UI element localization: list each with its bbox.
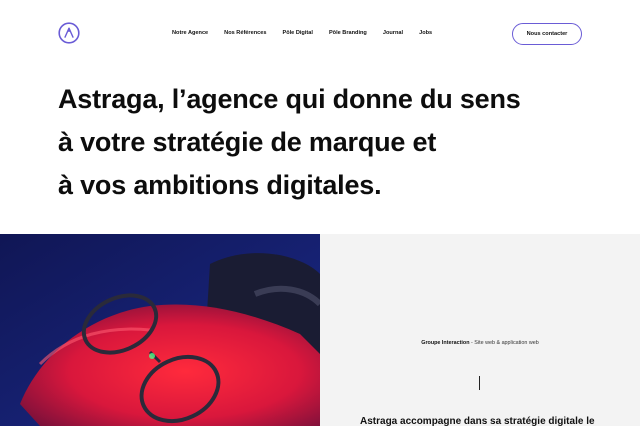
project-client: Groupe Interaction — [421, 340, 470, 346]
nav-item-jobs[interactable]: Jobs — [419, 30, 432, 36]
hero-title-line-3: à vos ambitions digitales. — [58, 170, 382, 200]
hero-title-line-2: à votre stratégie de marque et — [58, 127, 437, 157]
project-info-panel: Groupe Interaction - Site web & applicat… — [320, 234, 640, 426]
nav-item-pole-branding[interactable]: Pôle Branding — [329, 30, 367, 36]
main-nav: Notre Agence Nos Références Pôle Digital… — [172, 30, 432, 36]
nav-item-nos-references[interactable]: Nos Références — [224, 30, 266, 36]
nav-item-notre-agence[interactable]: Notre Agence — [172, 30, 208, 36]
astraga-logo-icon[interactable] — [58, 22, 80, 44]
portrait-image — [0, 234, 320, 426]
hero-title-line-1: Astraga, l’agence qui donne du sens — [58, 84, 521, 114]
project-photo[interactable] — [0, 234, 320, 426]
hero-section: Astraga, l’agence qui donne du sens à vo… — [58, 78, 598, 207]
scroll-divider — [479, 376, 481, 390]
nav-item-pole-digital[interactable]: Pôle Digital — [282, 30, 312, 36]
site-header: Notre Agence Nos Références Pôle Digital… — [0, 0, 640, 68]
hero-title: Astraga, l’agence qui donne du sens à vo… — [58, 78, 598, 207]
project-type: Site web & application web — [474, 340, 539, 346]
project-caption[interactable]: Groupe Interaction - Site web & applicat… — [320, 340, 640, 346]
contact-button[interactable]: Nous contacter — [512, 23, 582, 45]
project-teaser: Astraga accompagne dans sa stratégie dig… — [360, 416, 595, 426]
nav-item-journal[interactable]: Journal — [383, 30, 403, 36]
